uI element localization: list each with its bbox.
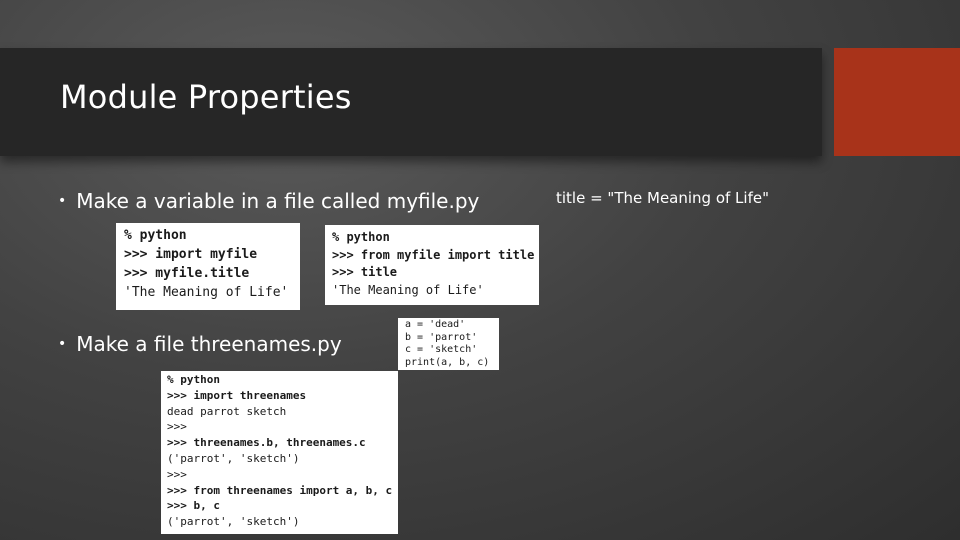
- bullet-text: Make a file threenames.py: [76, 332, 342, 356]
- code-line: >>> import myfile: [124, 247, 258, 262]
- code-line: ('parrot', 'sketch'): [167, 515, 300, 529]
- accent-block: [834, 48, 960, 156]
- code-line: >>> from threenames import a, b, c: [167, 483, 393, 497]
- code-line: a = 'dead': [405, 319, 466, 330]
- code-line: % python: [167, 373, 220, 386]
- bullet-text: Make a variable in a file called myfile.…: [76, 189, 480, 213]
- code-line: % python: [124, 228, 187, 243]
- code-line: >>>: [167, 420, 187, 434]
- code-line: >>> from myfile import title: [332, 247, 535, 262]
- code-screenshot-threenames-file: a = 'dead' b = 'parrot' c = 'sketch' print(…: [398, 318, 499, 370]
- code-line: b = 'parrot': [405, 331, 478, 343]
- code-line: >>> import threenames: [167, 388, 307, 402]
- bullet-dot-icon: •: [58, 336, 67, 352]
- code-line: c = 'sketch': [405, 344, 478, 355]
- code-line: >>> title: [332, 265, 398, 279]
- side-note-code: title = "The Meaning of Life": [556, 189, 769, 207]
- bullet-item-threenames: • Make a file threenames.py: [58, 332, 342, 356]
- code-screenshot-import-myfile: % python >>> import myfile >>> myfile.titl…: [116, 223, 300, 310]
- code-line: >>>: [167, 467, 187, 481]
- bullet-item-myfile: • Make a variable in a file called myfile…: [58, 189, 479, 213]
- code-screenshot-from-import: % python >>> from myfile import title >>> …: [325, 225, 539, 305]
- slide-title: Module Properties: [60, 78, 352, 116]
- code-line: 'The Meaning of Life': [124, 285, 289, 300]
- code-line: print(a, b, c): [405, 356, 490, 368]
- title-bar: Module Properties: [0, 48, 822, 156]
- code-line: 'The Meaning of Life': [332, 282, 484, 297]
- code-line: % python: [332, 230, 390, 244]
- code-line: ('parrot', 'sketch'): [167, 451, 300, 465]
- code-line: >>> threenames.b, threenames.c: [167, 436, 366, 450]
- code-line: dead parrot sketch: [167, 404, 287, 418]
- code-screenshot-threenames-session: % python >>> import threenames dead parrot…: [161, 371, 398, 534]
- code-line: >>> b, c: [167, 499, 220, 513]
- code-line: >>> myfile.title: [124, 266, 250, 281]
- bullet-dot-icon: •: [58, 193, 67, 209]
